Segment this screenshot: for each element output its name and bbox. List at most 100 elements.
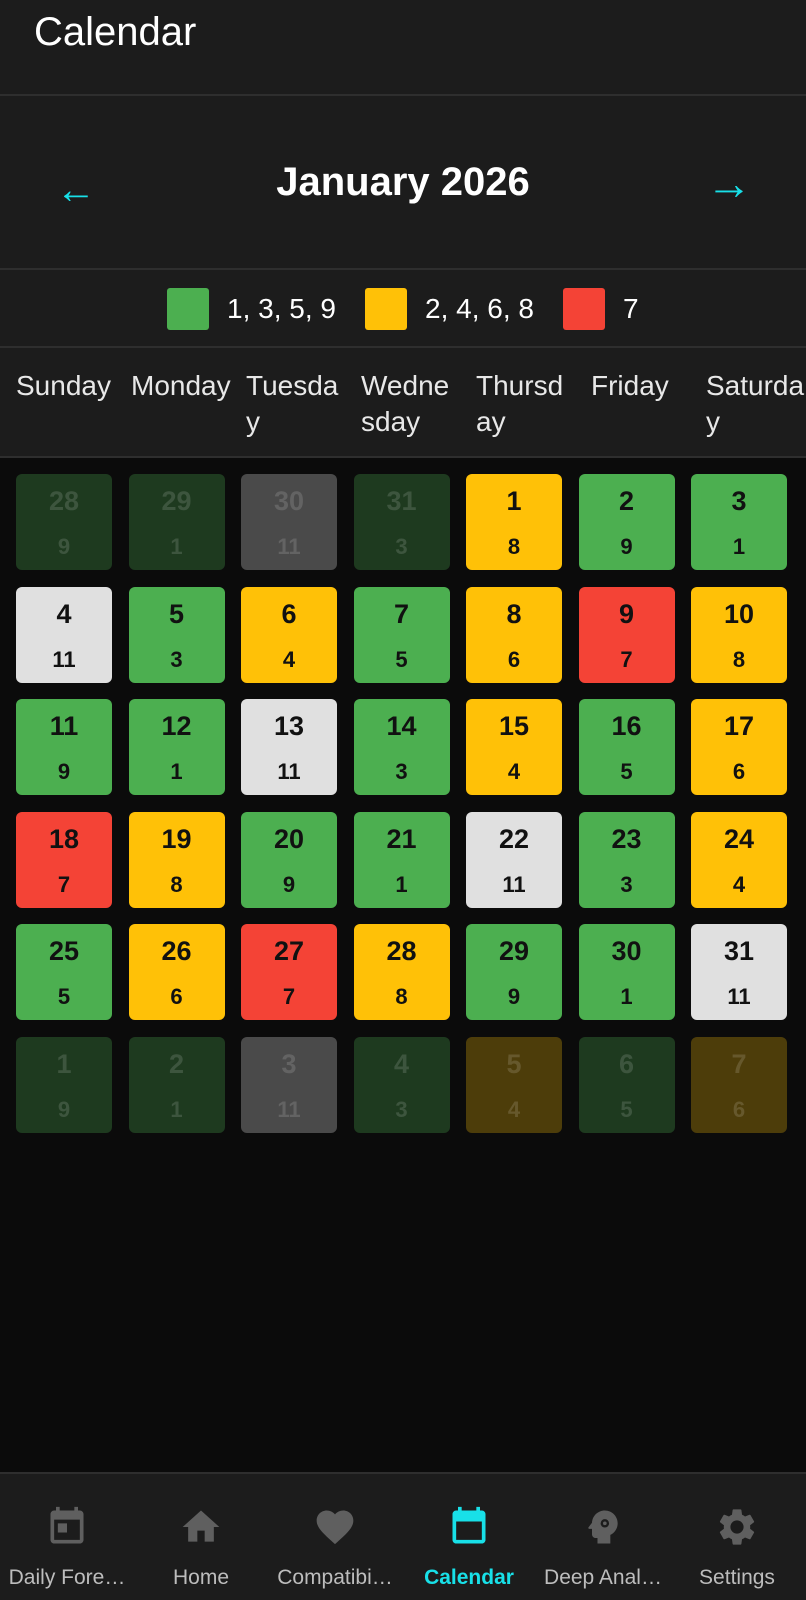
nav-label: Settings <box>699 1566 775 1589</box>
nav-deep-analysis[interactable]: Deep Anal… <box>536 1474 670 1600</box>
day-cell[interactable]: 12 1 <box>128 699 225 795</box>
day-cell[interactable]: 27 7 <box>241 924 337 1020</box>
day-cell[interactable]: 86 <box>466 586 562 683</box>
day-cell[interactable]: 18 <box>466 474 562 570</box>
top-app-bar: Calendar <box>0 0 806 96</box>
day-cell[interactable]: 29 9 <box>466 924 562 1020</box>
day-number: 29 <box>161 486 192 516</box>
nav-daily-forecast[interactable]: Daily Fore… <box>0 1474 134 1600</box>
day-number: 10 <box>723 598 755 629</box>
day-cell[interactable]: 19 8 <box>128 811 225 908</box>
day-number: 3 <box>731 486 747 516</box>
day-cell[interactable]: 21 1 <box>353 811 450 908</box>
day-cell[interactable]: 30 1 <box>578 924 675 1020</box>
day-cell[interactable]: 31 11 <box>691 924 787 1020</box>
day-number: 3 <box>281 1048 297 1079</box>
day-value: 3 <box>620 871 633 897</box>
day-cell[interactable]: 29 1 <box>128 474 225 570</box>
day-value: 5 <box>620 1096 633 1122</box>
day-cell[interactable]: 22 11 <box>466 811 562 908</box>
day-cell[interactable]: 54 <box>466 1036 562 1133</box>
day-value: 6 <box>507 646 521 672</box>
day-cell[interactable]: 4 11 <box>16 586 112 683</box>
day-number: 24 <box>723 823 755 854</box>
day-cell[interactable]: 25 5 <box>16 924 112 1020</box>
legend-label: 7 <box>623 293 639 324</box>
day-number: 30 <box>611 936 642 966</box>
day-value: 9 <box>282 871 296 897</box>
weekday-friday: Friday <box>591 370 669 401</box>
day-number: 6 <box>281 598 297 629</box>
day-value: 11 <box>277 534 301 559</box>
day-cell[interactable]: 75 <box>353 586 450 683</box>
day-value: 5 <box>57 984 71 1009</box>
day-number: 15 <box>498 711 530 741</box>
bottom-navigation-bar: Daily Fore… Home Compatibi… Calendar Dee… <box>0 1472 806 1600</box>
nav-compatibility[interactable]: Compatibi… <box>268 1474 402 1600</box>
day-cell[interactable]: 64 <box>241 586 337 683</box>
day-number: 14 <box>386 711 417 741</box>
day-cell[interactable]: 11 9 <box>16 699 112 795</box>
day-value: 4 <box>507 759 521 784</box>
nav-calendar[interactable]: Calendar <box>402 1474 536 1600</box>
day-cell[interactable]: 31 3 <box>353 474 450 570</box>
day-cell[interactable]: 76 <box>691 1036 787 1133</box>
day-cell[interactable]: 24 4 <box>691 811 787 908</box>
daily-forecast-icon <box>50 1506 84 1544</box>
day-cell[interactable]: 18 7 <box>16 811 112 908</box>
day-number: 18 <box>48 823 80 854</box>
day-cell[interactable]: 16 5 <box>578 699 675 795</box>
day-cell[interactable]: 29 <box>578 474 675 570</box>
day-cell[interactable]: 17 6 <box>691 699 787 795</box>
day-cell[interactable]: 30 11 <box>241 474 337 570</box>
day-cell[interactable]: 21 <box>128 1036 225 1133</box>
day-number: 2 <box>618 486 635 516</box>
day-cell[interactable]: 53 <box>128 586 225 683</box>
calendar-icon <box>452 1506 486 1544</box>
color-legend: 1, 3, 5, 9 2, 4, 6, 8 7 <box>0 270 806 348</box>
day-value: 4 <box>282 646 296 672</box>
day-cell[interactable]: 19 <box>16 1036 112 1133</box>
day-number: 5 <box>168 598 185 629</box>
weekday-wednesday: Wednesday <box>361 370 450 437</box>
day-value: 7 <box>282 984 296 1009</box>
day-cell[interactable]: 43 <box>353 1036 450 1133</box>
weekday-thursday: Thursday <box>476 370 564 437</box>
day-cell[interactable]: 26 6 <box>128 924 225 1020</box>
day-number: 13 <box>273 711 305 741</box>
day-cell[interactable]: 97 <box>578 586 675 683</box>
day-cell[interactable]: 65 <box>578 1036 675 1133</box>
day-number: 9 <box>618 598 635 629</box>
weekday-saturday: Saturday <box>706 370 805 437</box>
day-cell[interactable]: 14 3 <box>353 699 450 795</box>
day-number: 28 <box>48 486 80 516</box>
day-number: 19 <box>161 823 192 854</box>
nav-home[interactable]: Home <box>134 1474 268 1600</box>
day-value: 6 <box>170 984 183 1009</box>
day-number: 12 <box>161 711 192 741</box>
day-value: 9 <box>620 534 633 559</box>
day-number: 7 <box>731 1048 747 1079</box>
day-cell[interactable]: 10 8 <box>691 586 787 683</box>
day-cell[interactable]: 28 8 <box>353 924 450 1020</box>
day-cell[interactable]: 23 3 <box>578 811 675 908</box>
day-value: 1 <box>170 759 183 784</box>
day-value: 5 <box>620 759 633 784</box>
day-value: 1 <box>395 871 408 897</box>
day-cell[interactable]: 28 9 <box>16 474 112 570</box>
day-number: 29 <box>498 936 530 966</box>
day-cell[interactable]: 20 9 <box>241 811 337 908</box>
nav-settings[interactable]: Settings <box>670 1474 804 1600</box>
day-value: 4 <box>732 871 746 897</box>
day-cell[interactable]: 31 <box>691 474 787 570</box>
next-month-arrow-icon[interactable]: → <box>706 160 752 206</box>
legend-swatch-yellow <box>365 288 407 330</box>
day-value: 8 <box>507 534 521 559</box>
day-number: 17 <box>723 711 755 741</box>
day-cell[interactable]: 15 4 <box>466 699 562 795</box>
nav-label: Home <box>172 1566 230 1589</box>
day-cell[interactable]: 13 11 <box>241 699 337 795</box>
day-cell[interactable]: 3 11 <box>241 1036 337 1133</box>
day-value: 1 <box>170 1096 183 1122</box>
day-value: 11 <box>52 646 76 672</box>
